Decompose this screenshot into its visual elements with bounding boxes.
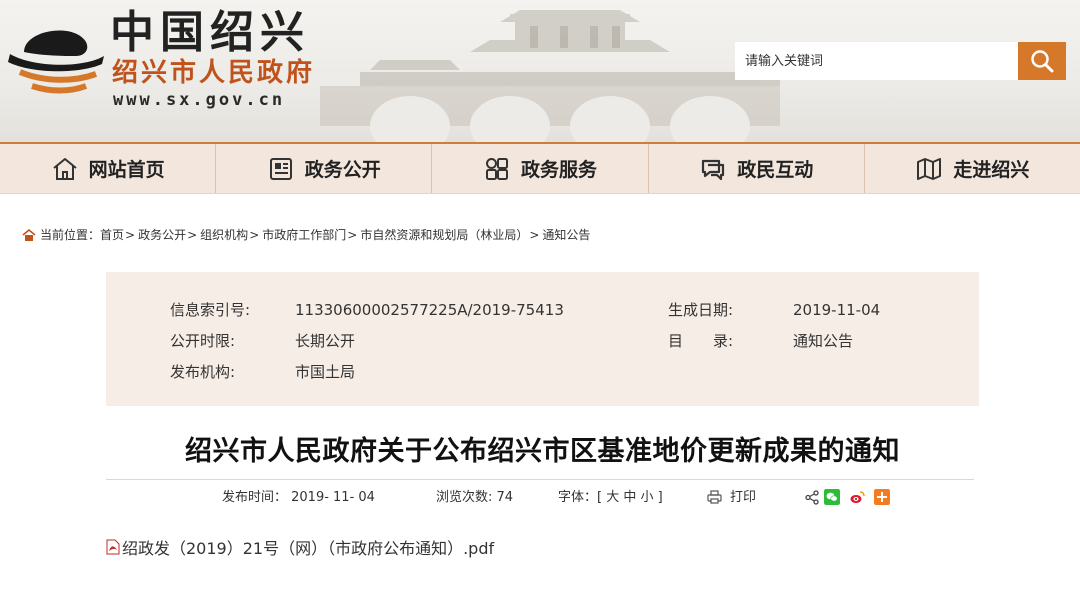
- site-header: 中国绍兴 绍兴市人民政府 www.sx.gov.cn: [0, 0, 1080, 142]
- nav-item-label: 政务服务: [521, 159, 598, 181]
- org-value: 市国土局: [295, 363, 356, 381]
- wechat-icon[interactable]: [824, 489, 840, 505]
- view-count: 浏览次数: 74: [436, 490, 514, 505]
- document-info-panel: 信息索引号: 11330600002577225A/2019-75413 生成日…: [106, 272, 979, 406]
- search-icon: [1031, 50, 1054, 73]
- logo-icon: [8, 30, 104, 94]
- font-size-switcher[interactable]: 字体：[ 大 中 小 ]: [558, 489, 663, 507]
- nav-item-home[interactable]: 网站首页: [0, 144, 217, 193]
- grid-icon: [486, 157, 508, 180]
- nav-item-label: 走进绍兴: [953, 159, 1030, 181]
- document-icon: [269, 157, 292, 180]
- search-input[interactable]: [735, 42, 1018, 80]
- date-value: 2019-11-04: [793, 301, 881, 319]
- breadcrumb-link[interactable]: 通知公告: [542, 226, 590, 244]
- org-label: 发布机构:: [170, 363, 236, 381]
- print-icon[interactable]: [707, 490, 722, 504]
- breadcrumb-link[interactable]: 市政府工作部门: [262, 226, 346, 244]
- article-title: 绍兴市人民政府关于公布绍兴市区基准地价更新成果的通知: [185, 436, 900, 467]
- date-label: 生成日期:: [668, 301, 734, 319]
- index-label: 信息索引号:: [170, 301, 251, 319]
- pdf-icon: [106, 539, 120, 555]
- nav-item-interaction[interactable]: 政民互动: [649, 144, 865, 193]
- search-button[interactable]: [1018, 42, 1066, 80]
- breadcrumb-link[interactable]: 组织机构: [200, 226, 248, 244]
- attachment: 绍政发（2019）21号（网）（市政府公布通知）.pdf: [106, 535, 494, 559]
- breadcrumb-link[interactable]: 市自然资源和规划局（林业局）: [360, 226, 528, 244]
- site-title: 中国绍兴: [110, 7, 310, 58]
- period-label: 公开时限:: [170, 332, 236, 350]
- nav-item-label: 政民互动: [737, 159, 814, 181]
- add-share-icon[interactable]: [874, 489, 890, 505]
- main-nav: 网站首页 政务公开 政务服务 政民互动 走进绍兴: [0, 142, 1080, 194]
- breadcrumb-link[interactable]: 政务公开: [138, 226, 186, 244]
- catalog-value: 通知公告: [793, 332, 854, 350]
- print-button[interactable]: 打印: [730, 489, 756, 507]
- index-value: 11330600002577225A/2019-75413: [295, 301, 564, 319]
- nav-item-about-shaoxing[interactable]: 走进绍兴: [865, 144, 1080, 193]
- site-subtitle: 绍兴市人民政府: [112, 58, 316, 88]
- nav-item-label: 政务公开: [304, 159, 381, 181]
- catalog-label: 目 录:: [668, 332, 734, 350]
- nav-item-gov-service[interactable]: 政务服务: [432, 144, 649, 193]
- bridge-illustration: [320, 10, 780, 142]
- map-icon: [917, 157, 942, 180]
- chat-icon: [702, 159, 725, 180]
- nav-item-gov-open[interactable]: 政务公开: [216, 144, 433, 193]
- publish-time: 发布时间： 2019- 11- 04: [222, 490, 375, 505]
- breadcrumb-prefix: 当前位置：: [40, 228, 101, 242]
- breadcrumb-link[interactable]: 首页: [100, 226, 124, 244]
- site-url: www.sx.gov.cn: [113, 90, 286, 110]
- home-icon: [52, 157, 77, 180]
- nav-item-label: 网站首页: [88, 159, 165, 181]
- attachment-link[interactable]: 绍政发（2019）21号（网）（市政府公布通知）.pdf: [122, 535, 494, 559]
- period-value: 长期公开: [295, 332, 356, 350]
- home-icon: [22, 228, 36, 241]
- weibo-icon[interactable]: [849, 489, 865, 505]
- divider: [106, 479, 974, 480]
- breadcrumb: 当前位置： 首页 > 政务公开 > 组织机构 > 市政府工作部门 > 市自然资源和规划局…: [22, 226, 590, 244]
- share-icon[interactable]: [805, 490, 819, 505]
